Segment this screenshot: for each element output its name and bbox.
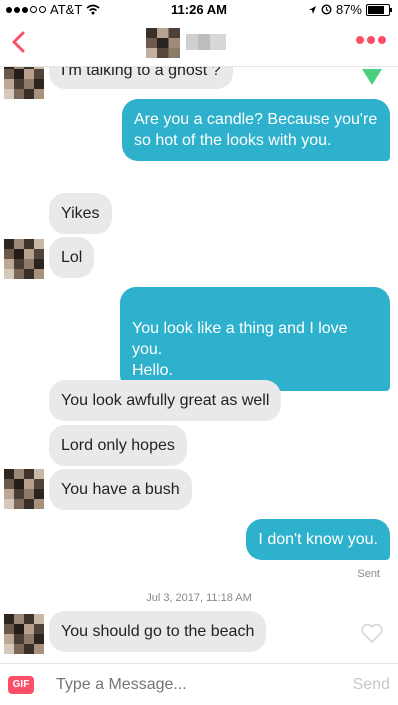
message-incoming: Yikes [49,193,112,234]
message-incoming: You should go to the beach [49,611,267,652]
message-composer: GIF Send [0,663,398,705]
battery-percent: 87% [335,2,362,17]
alarm-icon [321,4,332,15]
avatar[interactable] [4,469,44,509]
message-incoming: Lord only hopes [49,425,187,466]
avatar[interactable] [4,67,44,99]
send-button[interactable]: Send [353,676,390,694]
status-bar: AT&T 11:26 AM 87% [0,0,398,20]
message-outgoing: Are you a candle? Because you're so hot … [122,99,390,161]
avatar[interactable] [4,239,44,279]
message-incoming: I'm talking to a ghost ? [49,67,233,89]
liked-heart-icon[interactable] [360,67,384,87]
message-incoming: You look awfully great as well [49,380,282,421]
avatar[interactable] [4,614,44,654]
location-icon [308,5,316,14]
message-outgoing: I don't know you. [246,519,390,560]
sent-status: Sent [357,568,380,580]
heart-outline-icon[interactable] [360,622,384,644]
match-name-blurred[interactable] [186,34,226,50]
chat-header [0,20,398,67]
date-divider: Jul 3, 2017, 11:18 AM [146,592,252,604]
message-thread[interactable]: I'm talking to a ghost ? Are you a candl… [0,67,398,663]
status-right: 87% [308,2,392,17]
more-dots-icon[interactable] [356,36,386,44]
match-avatar[interactable] [146,28,180,58]
message-incoming: You have a bush [49,469,192,510]
battery-icon [366,3,392,16]
message-outgoing: You look like a thing and I love you. He… [120,287,390,391]
gif-button[interactable]: GIF [8,676,34,694]
message-incoming: Lol [49,237,95,278]
message-input[interactable] [56,672,336,698]
chevron-left-icon[interactable] [8,28,30,56]
